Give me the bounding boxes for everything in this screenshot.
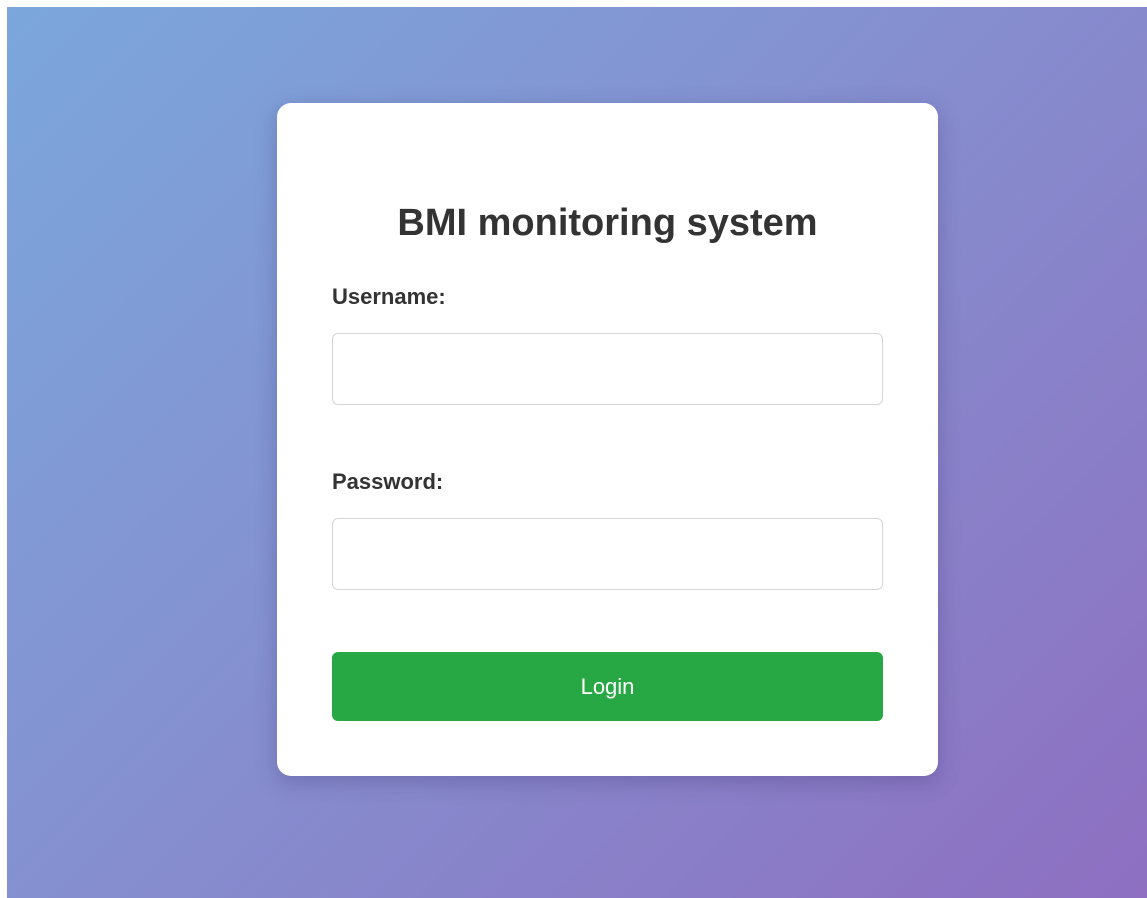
page-title: BMI monitoring system <box>397 202 818 244</box>
username-input[interactable] <box>332 333 883 405</box>
login-button[interactable]: Login <box>332 652 883 721</box>
login-card: BMI monitoring system Username: Password… <box>277 103 938 776</box>
username-label: Username: <box>332 284 446 309</box>
password-input[interactable] <box>332 518 883 590</box>
password-label: Password: <box>332 469 444 494</box>
page-background: BMI monitoring system Username: Password… <box>7 7 1147 898</box>
